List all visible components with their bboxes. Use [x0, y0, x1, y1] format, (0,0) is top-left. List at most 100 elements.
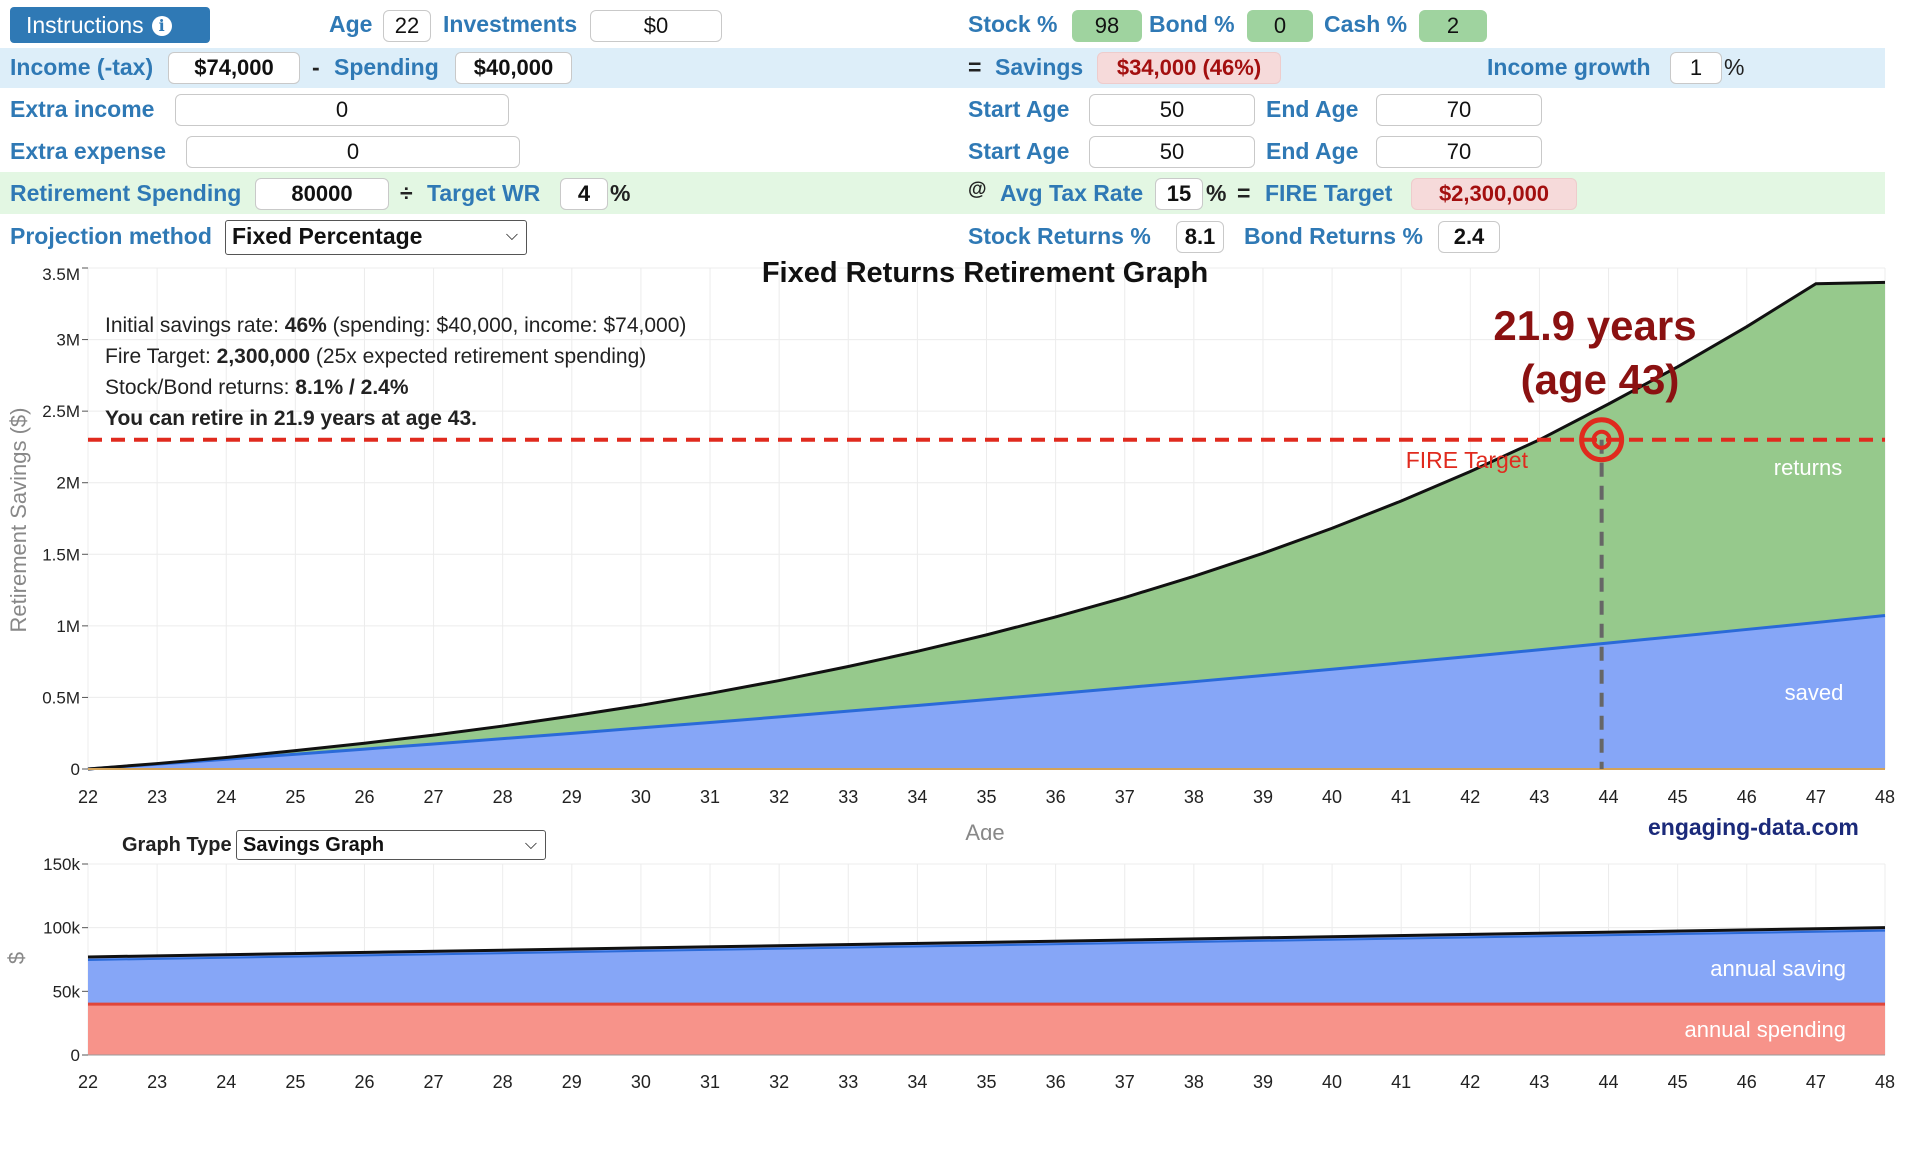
- annual-saving-label: annual saving: [1710, 956, 1846, 981]
- summary-line-retire: You can retire in 21.9 years at age 43.: [105, 407, 477, 430]
- x-tick-label: 31: [700, 1072, 720, 1092]
- income-input[interactable]: $74,000: [168, 52, 300, 84]
- projection-method-label: Projection method: [10, 223, 212, 249]
- x-tick-label: 34: [907, 1072, 927, 1092]
- x-tick-label: 25: [285, 1072, 305, 1092]
- summary-line-returns: Stock/Bond returns: 8.1% / 2.4%: [105, 376, 409, 399]
- x-tick-label: 38: [1184, 1072, 1204, 1092]
- x-tick-label: 48: [1875, 787, 1895, 807]
- x-tick-label: 46: [1737, 1072, 1757, 1092]
- instructions-label: Instructions: [26, 12, 144, 38]
- annual-spending-label: annual spending: [1685, 1017, 1846, 1042]
- x-tick-label: 27: [424, 1072, 444, 1092]
- x-tick-label: 30: [631, 787, 651, 807]
- bond-returns-label: Bond Returns %: [1244, 223, 1423, 249]
- x-tick-label: 37: [1115, 787, 1135, 807]
- chart-title: Fixed Returns Retirement Graph: [762, 258, 1208, 289]
- target-wr-input[interactable]: 4: [560, 178, 608, 210]
- x-tick-label: 35: [976, 1072, 996, 1092]
- savings-label: Savings: [995, 54, 1084, 80]
- income-growth-percent: %: [1724, 54, 1745, 80]
- minus-sign: -: [312, 54, 320, 80]
- projection-method-select[interactable]: Fixed Percentage ⌵: [225, 220, 527, 255]
- spending-input[interactable]: $40,000: [455, 52, 572, 84]
- x-tick-label: 22: [78, 1072, 98, 1092]
- returns-area-label: returns: [1774, 455, 1842, 480]
- x-tick-label: 39: [1253, 787, 1273, 807]
- age-input[interactable]: 22: [383, 10, 431, 42]
- saved-area-label: saved: [1785, 680, 1844, 705]
- x-tick-label: 44: [1599, 787, 1619, 807]
- x-tick-label: 41: [1391, 1072, 1411, 1092]
- x-tick-label: 33: [838, 1072, 858, 1092]
- extra-expense-end-input[interactable]: 70: [1376, 136, 1542, 168]
- target-wr-label: Target WR: [427, 180, 541, 206]
- x-tick-label: 29: [562, 787, 582, 807]
- x-tick-label: 48: [1875, 1072, 1895, 1092]
- x-tick-label: 35: [976, 787, 996, 807]
- y-tick-label: 150k: [43, 855, 80, 874]
- extra-expense-input[interactable]: 0: [186, 136, 520, 168]
- stock-returns-input[interactable]: 8.1: [1176, 221, 1224, 253]
- y-tick-label: 2.5M: [42, 402, 80, 421]
- y-tick-label: 1M: [56, 617, 80, 636]
- investments-input[interactable]: $0: [590, 10, 722, 42]
- equals-sign: =: [968, 54, 982, 80]
- extra-income-input[interactable]: 0: [175, 94, 509, 126]
- brand-link[interactable]: engaging-data.com: [1648, 814, 1859, 841]
- equals-sign-fire: =: [1237, 180, 1251, 206]
- x-tick-label: 33: [838, 787, 858, 807]
- x-tick-label: 22: [78, 787, 98, 807]
- x-tick-label: 47: [1806, 1072, 1826, 1092]
- x-tick-label: 32: [769, 787, 789, 807]
- extra-expense-start-input[interactable]: 50: [1089, 136, 1255, 168]
- y-tick-label: 0: [71, 760, 80, 779]
- income-growth-input[interactable]: 1: [1670, 52, 1722, 84]
- instructions-button[interactable]: Instructions i: [10, 7, 210, 43]
- x-tick-label: 38: [1184, 787, 1204, 807]
- target-wr-percent: %: [610, 180, 631, 206]
- extra-expense-end-label: End Age: [1266, 138, 1359, 164]
- avg-tax-input[interactable]: 15: [1155, 178, 1203, 210]
- x-tick-label: 42: [1460, 1072, 1480, 1092]
- x-tick-label: 32: [769, 1072, 789, 1092]
- x-tick-label: 26: [354, 1072, 374, 1092]
- x-tick-label: 31: [700, 787, 720, 807]
- x-tick-label: 23: [147, 787, 167, 807]
- x-tick-label: 29: [562, 1072, 582, 1092]
- income-label: Income (-tax): [10, 54, 154, 80]
- x-tick-label: 37: [1115, 1072, 1135, 1092]
- x-tick-label: 44: [1599, 1072, 1619, 1092]
- x-tick-label: 43: [1529, 1072, 1549, 1092]
- stock-returns-label: Stock Returns %: [968, 223, 1151, 249]
- bond-percent-label: Bond %: [1149, 11, 1235, 37]
- income-growth-label: Income growth: [1487, 54, 1651, 80]
- extra-income-end-input[interactable]: 70: [1376, 94, 1542, 126]
- x-tick-label: 36: [1046, 787, 1066, 807]
- x-axis-label: Age: [965, 820, 1004, 840]
- stock-percent-input[interactable]: 98: [1072, 10, 1142, 42]
- cash-percent-input[interactable]: 2: [1419, 10, 1487, 42]
- extra-income-label: Extra income: [10, 96, 155, 122]
- y-tick-label: 1.5M: [42, 545, 80, 564]
- bond-percent-input[interactable]: 0: [1247, 10, 1313, 42]
- retirement-spending-label: Retirement Spending: [10, 180, 242, 206]
- chevron-down-icon: ⌵: [505, 227, 518, 244]
- years-annotation: 21.9 years: [1493, 302, 1696, 349]
- bond-returns-input[interactable]: 2.4: [1438, 221, 1500, 253]
- extra-expense-start-label: Start Age: [968, 138, 1070, 164]
- retirement-spending-input[interactable]: 80000: [255, 178, 389, 210]
- x-tick-label: 23: [147, 1072, 167, 1092]
- cash-percent-label: Cash %: [1324, 11, 1408, 37]
- x-tick-label: 26: [354, 787, 374, 807]
- extra-income-start-input[interactable]: 50: [1089, 94, 1255, 126]
- y-tick-label: 3M: [56, 331, 80, 350]
- x-tick-label: 28: [493, 1072, 513, 1092]
- investments-label: Investments: [443, 11, 578, 37]
- x-tick-label: 42: [1460, 787, 1480, 807]
- at-sign: @: [968, 179, 987, 200]
- fire-target-label: FIRE Target: [1265, 180, 1393, 206]
- summary-line-savings-rate: Initial savings rate: 46% (spending: $40…: [105, 314, 687, 337]
- y-tick-label: 3.5M: [42, 265, 80, 284]
- y-tick-label: 50k: [53, 982, 81, 1001]
